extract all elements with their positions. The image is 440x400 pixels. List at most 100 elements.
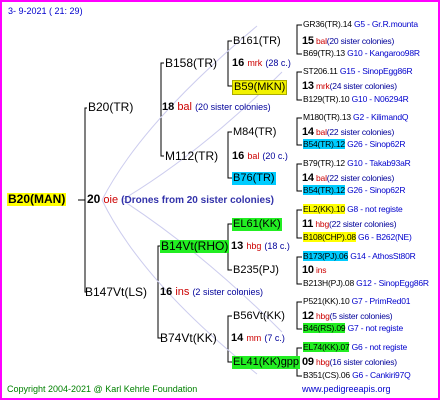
time-text: ( 21: 29): [49, 6, 83, 16]
gen3-num: 15: [302, 35, 314, 47]
gen4-node-15[interactable]: B351(CS).06 G6 - Cankiri97Q: [303, 369, 411, 382]
gen2-info-3: 14 mm (7 c.): [231, 332, 285, 345]
gen2-note: (18 c.): [264, 241, 290, 251]
gen4-node-5[interactable]: B54(TR).12 G26 - Sinop62R: [303, 138, 405, 151]
gen4-info: G2 - KilimandQ: [353, 112, 409, 122]
gen4-node-11[interactable]: B213H(PJ).08 G12 - SinopEgg86R: [303, 277, 429, 290]
gen2-node-0[interactable]: B158(TR): [165, 57, 217, 70]
gen3-breed: bal: [316, 36, 327, 46]
gen2-num: 14: [231, 332, 244, 344]
gen4-label: B213H(PJ).08: [303, 278, 354, 288]
gen2-num: 16: [232, 150, 245, 162]
gen3-note: (22 sister colonies): [326, 173, 395, 183]
gen1-info-0: 18 bal (20 sister colonies): [162, 101, 271, 114]
gen4-label: EL74(KK).07: [303, 342, 350, 352]
gen4-label: B129(TR).10: [303, 94, 350, 104]
gen4-node-6[interactable]: B79(TR).12 G10 - Takab93aR: [303, 157, 411, 170]
gen3-breed: hbg: [315, 219, 329, 229]
gen4-info: G6 - not registe: [351, 342, 408, 352]
gen4-label: M180(TR).13: [303, 112, 351, 122]
gen4-info: G26 - Sinop62R: [347, 185, 406, 195]
gen4-info: G12 - SinopEgg86R: [356, 278, 429, 288]
gen4-info: G5 - Gr.R.mounta: [353, 19, 418, 29]
gen4-info: G26 - Sinop62R: [347, 139, 406, 149]
gen3-breed: mrk: [316, 81, 330, 91]
gen4-label: GR36(TR).14: [303, 19, 352, 29]
gen4-info: G10 - N06294R: [351, 94, 409, 104]
gen2-breed: mm: [246, 333, 262, 343]
gen3-node-5[interactable]: B235(PJ): [233, 264, 279, 277]
gen3-num: 12: [302, 310, 314, 322]
gen2-info-0: 16 mrk (28 c.): [232, 57, 291, 70]
gen4-label: B54(TR).12: [303, 139, 345, 149]
gen4-node-14[interactable]: EL74(KK).07 G6 - not registe: [303, 341, 407, 354]
gen4-node-13[interactable]: B46(RS).09 G7 - not registe: [303, 322, 403, 335]
gen3-breed: hbg: [316, 357, 330, 367]
gen4-node-10[interactable]: B173(PJ).06 G14 - AthosSt80R: [303, 250, 416, 263]
gen4-info: G6 - B262(NE): [358, 232, 412, 242]
gen4-node-9[interactable]: B108(CHP).08 G6 - B262(NE): [303, 231, 412, 244]
gen2-node-3[interactable]: B74Vt(KK): [160, 332, 217, 345]
gen1-note: (20 sister colonies): [195, 102, 271, 112]
gen2-num: 13: [231, 240, 244, 252]
gen4-label: P521(KK).10: [303, 296, 350, 306]
gen4-info: G6 - Cankiri97Q: [352, 370, 411, 380]
gen3-node-6[interactable]: B56Vt(KK): [233, 310, 285, 323]
gen2-breed: mrk: [247, 58, 263, 68]
gen4-info: G10 - Takab93aR: [347, 158, 411, 168]
pedigree-chart: 3- 9-2021 ( 21: 29) B20(MAN) 20 oie (Dro…: [0, 0, 440, 400]
gen4-node-8[interactable]: EL2(KK).10 G8 - not registe: [303, 203, 403, 216]
gen3-node-4[interactable]: EL61(KK): [232, 218, 282, 231]
date-text: 3- 9-2021: [8, 6, 47, 16]
gen3-note: (16 sister colonies): [329, 357, 398, 367]
gen1-breed: bal: [177, 101, 192, 113]
root-drones: (Drones from 20 sister colonies): [121, 195, 274, 206]
gen3-num: 13: [302, 80, 314, 92]
gen3-note: (5 sister colonies): [329, 311, 393, 321]
gen4-label: ST206.11: [303, 66, 338, 76]
gen1-node-0[interactable]: B20(TR): [88, 101, 133, 114]
copyright-text: Copyright 2004-2021 @ Karl Kehrle Founda…: [7, 384, 198, 394]
gen2-note: (28 c.): [265, 58, 291, 68]
root-node[interactable]: B20(MAN): [7, 193, 67, 206]
gen4-info: G14 - AthosSt80R: [350, 251, 416, 261]
gen3-info-5: 10 ins: [302, 264, 327, 277]
gen3-note: (22 sister colonies): [326, 127, 395, 137]
gen2-num: 16: [232, 57, 245, 69]
gen3-node-0[interactable]: B161(TR): [233, 35, 281, 48]
gen3-node-2[interactable]: M84(TR): [233, 126, 276, 139]
gen4-node-7[interactable]: B54(TR).12 G26 - Sinop62R: [303, 184, 405, 197]
gen4-info: G15 - SinopEgg86R: [339, 66, 413, 76]
gen4-node-2[interactable]: ST206.11 G15 - SinopEgg86R: [303, 65, 413, 78]
gen3-breed: bal: [316, 173, 327, 183]
gen4-info: G7 - not registe: [347, 323, 404, 333]
gen2-info-1: 16 bal (20 c.): [232, 150, 288, 163]
gen4-node-3[interactable]: B129(TR).10 G10 - N06294R: [303, 93, 409, 106]
gen3-info-7: 09 hbg(16 sister colonies): [302, 356, 397, 369]
gen3-breed: bal: [316, 127, 327, 137]
gen3-node-1[interactable]: B59(MKN): [232, 80, 288, 95]
gen3-node-7[interactable]: EL41(KK)gpp: [232, 356, 301, 369]
gen4-node-4[interactable]: M180(TR).13 G2 - KilimandQ: [303, 111, 409, 124]
gen4-label: EL2(KK).10: [303, 204, 345, 214]
gen4-label: B173(PJ).06: [303, 251, 349, 261]
gen2-info-2: 13 hbg (18 c.): [231, 240, 290, 253]
gen4-node-0[interactable]: GR36(TR).14 G5 - Gr.R.mounta: [303, 18, 418, 31]
gen1-node-1[interactable]: B147Vt(LS): [85, 286, 147, 299]
gen4-node-12[interactable]: P521(KK).10 G7 - PrimRed01: [303, 295, 410, 308]
gen3-breed: hbg: [316, 311, 330, 321]
gen4-label: B54(TR).12: [303, 185, 345, 195]
gen1-note: (2 sister colonies): [192, 287, 263, 297]
gen4-label: B79(TR).12: [303, 158, 345, 168]
gen3-num: 10: [302, 264, 314, 276]
gen4-info: G7 - PrimRed01: [351, 296, 411, 306]
gen3-info-1: 13 mrk(24 sister colonies): [302, 80, 397, 93]
gen4-info: G8 - not registe: [347, 204, 403, 214]
gen4-node-1[interactable]: B69(TR).13 G10 - Kangaroo98R: [303, 47, 420, 60]
gen3-num: 11: [302, 218, 314, 230]
gen3-num: 14: [302, 126, 314, 138]
gen3-node-3[interactable]: B76(TR): [232, 172, 276, 185]
site-link[interactable]: www.pedigreeapis.org: [302, 383, 391, 396]
gen2-node-2[interactable]: B14Vt(RHO): [160, 240, 230, 253]
gen2-node-1[interactable]: M112(TR): [165, 150, 218, 163]
